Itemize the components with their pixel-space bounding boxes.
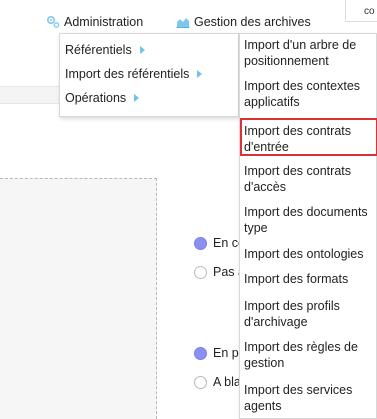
import-referentiels-submenu: Import d'un arbre de positionnement Impo… (239, 33, 377, 419)
menu-item-referentiels[interactable]: Référentiels (60, 38, 238, 62)
user-menu[interactable]: co (345, 0, 377, 22)
submenu-item-contrats-acces[interactable]: Import des contrats d'accès (240, 163, 377, 195)
radio-option[interactable]: En pr (194, 346, 243, 360)
menu-item-label: Référentiels (65, 43, 132, 57)
area-chart-icon (176, 18, 190, 28)
submenu-item-profils-archivage[interactable]: Import des profils d'archivage (240, 298, 377, 330)
radio-option[interactable]: A blai (194, 375, 244, 389)
arrow-right-icon (197, 70, 203, 78)
menu-item-label: Opérations (65, 91, 127, 105)
nav-administration-label: Administration (64, 15, 144, 29)
arrow-right-icon (134, 94, 140, 102)
submenu-item-formats[interactable]: Import des formats (240, 271, 377, 287)
menu-item-label: Import des référentiels (65, 67, 190, 81)
nav-gestion-archives[interactable]: Gestion des archives (176, 14, 311, 30)
arrow-right-icon (139, 46, 145, 54)
submenu-item-regles-gestion[interactable]: Import des règles de gestion (240, 339, 377, 371)
administration-dropdown-menu: Référentiels Import des référentiels Opé… (59, 33, 239, 117)
submenu-item-arbre-positionnement[interactable]: Import d'un arbre de positionnement (240, 37, 377, 69)
menu-item-operations[interactable]: Opérations (60, 86, 238, 110)
nav-archives-label: Gestion des archives (194, 15, 311, 29)
radio-button-selected[interactable] (194, 236, 207, 250)
radio-option[interactable]: Pas à (194, 265, 245, 279)
submenu-item-documents-type[interactable]: Import des documents type (240, 204, 377, 236)
nav-administration[interactable]: Administration (46, 14, 143, 30)
radio-option[interactable]: En co (194, 236, 245, 250)
submenu-item-ontologies[interactable]: Import des ontologies (240, 246, 377, 262)
submenu-item-contextes-applicatifs[interactable]: Import des contextes applicatifs (240, 78, 377, 110)
top-navigation-bar: Administration Gestion des archives co (0, 0, 377, 34)
radio-button[interactable] (194, 375, 207, 389)
gear-icon (46, 15, 60, 28)
radio-button[interactable] (194, 265, 207, 279)
submenu-item-services-agents[interactable]: Import des services agents (240, 382, 377, 414)
menu-item-import-referentiels[interactable]: Import des référentiels (60, 62, 238, 86)
submenu-item-contrats-entree[interactable]: Import des contrats d'entrée (240, 118, 377, 156)
radio-button-selected[interactable] (194, 346, 207, 360)
dashed-panel (0, 178, 157, 419)
